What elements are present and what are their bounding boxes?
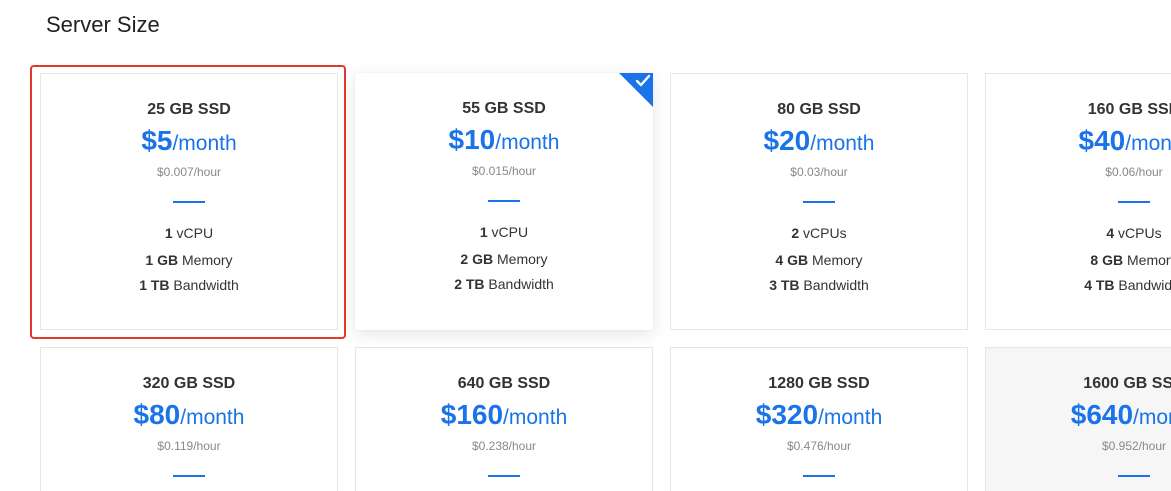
- plan-price: $20/month: [671, 125, 967, 162]
- plan-memory-label: Memory: [178, 252, 233, 268]
- plan-cpu-label: vCPUs: [799, 225, 847, 241]
- plan-cpu-label: vCPUs: [1114, 225, 1162, 241]
- plan-card-320gb[interactable]: 320 GB SSD $80/month $0.119/hour: [40, 347, 338, 491]
- plan-card-160gb[interactable]: 160 GB SSD $40/month $0.06/hour 4 vCPUs …: [985, 73, 1171, 330]
- plan-divider: [173, 475, 205, 477]
- plan-bandwidth: 2 TB Bandwidth: [355, 276, 653, 292]
- plan-divider: [1118, 475, 1150, 477]
- plan-price-unit: /month: [818, 406, 883, 429]
- plan-card-25gb[interactable]: 25 GB SSD $5/month $0.007/hour 1 vCPU 1 …: [40, 73, 338, 330]
- plan-memory-label: Memory: [1126, 252, 1171, 268]
- plan-price: $10/month: [355, 124, 653, 161]
- plan-price: $5/month: [41, 125, 337, 162]
- plan-disk: 80 GB SSD: [777, 101, 861, 118]
- plan-divider: [803, 475, 835, 477]
- plan-divider: [488, 200, 520, 202]
- plan-cpu: 4 vCPUs: [986, 225, 1171, 241]
- plan-hourly: $0.238/hour: [471, 439, 537, 453]
- plan-hourly: $0.952/hour: [1101, 439, 1167, 453]
- selected-corner: [619, 73, 653, 107]
- plan-price-amount: $160: [440, 399, 504, 430]
- plan-memory: 2 GB Memory: [355, 251, 653, 267]
- plan-price-unit: /month: [172, 132, 237, 155]
- plan-memory-value: 8 GB: [1090, 252, 1124, 268]
- plan-price-amount: $40: [1078, 125, 1126, 156]
- plan-disk: 1280 GB SSD: [768, 375, 870, 392]
- plan-cpu-value: 2: [791, 225, 800, 241]
- plan-price-amount: $640: [1070, 399, 1134, 430]
- plan-price: $640/month: [986, 399, 1171, 436]
- plan-disk: 320 GB SSD: [142, 375, 236, 392]
- plan-hourly: $0.007/hour: [156, 165, 222, 179]
- plan-card-640gb[interactable]: 640 GB SSD $160/month $0.238/hour: [355, 347, 653, 491]
- plan-hourly: $0.06/hour: [1105, 165, 1163, 179]
- plan-price: $160/month: [356, 399, 652, 436]
- plan-disk: 160 GB SSD: [1087, 101, 1171, 118]
- plan-disk: 1600 GB SSD: [1083, 375, 1171, 392]
- plan-price-unit: /month: [810, 132, 875, 155]
- server-size-page: Server Size 25 GB SSD $5/month $0.007/ho…: [0, 0, 1171, 491]
- plan-price: $80/month: [41, 399, 337, 436]
- plan-cpu-value: 1: [164, 225, 173, 241]
- plan-card-80gb[interactable]: 80 GB SSD $20/month $0.03/hour 2 vCPUs 4…: [670, 73, 968, 330]
- plan-hourly: $0.015/hour: [471, 164, 537, 178]
- plan-price-unit: /month: [1133, 406, 1171, 429]
- plan-hourly: $0.476/hour: [786, 439, 852, 453]
- plan-bandwidth-label: Bandwidth: [484, 276, 554, 292]
- plan-memory-value: 2 GB: [460, 251, 494, 267]
- plan-card-1600gb[interactable]: 1600 GB SSD $640/month $0.952/hour: [985, 347, 1171, 491]
- plan-divider: [1118, 201, 1150, 203]
- plan-memory-label: Memory: [493, 251, 548, 267]
- plan-memory-value: 4 GB: [775, 252, 809, 268]
- plan-cpu-value: 4: [1106, 225, 1115, 241]
- plan-bandwidth-value: 1 TB: [139, 277, 170, 293]
- plan-bandwidth-value: 2 TB: [454, 276, 485, 292]
- plan-disk: 55 GB SSD: [462, 100, 546, 117]
- plan-price-unit: /month: [1125, 132, 1171, 155]
- plan-memory: 1 GB Memory: [41, 252, 337, 268]
- plan-bandwidth-label: Bandwidth: [1118, 277, 1171, 293]
- plan-price-amount: $20: [763, 125, 811, 156]
- plan-bandwidth-value: 4 TB: [1084, 277, 1115, 293]
- section-title: Server Size: [46, 12, 160, 37]
- plan-memory-label: Memory: [808, 252, 863, 268]
- plan-price-amount: $80: [133, 399, 181, 430]
- plan-divider: [803, 201, 835, 203]
- plan-hourly: $0.119/hour: [157, 439, 221, 453]
- plan-memory: 4 GB Memory: [671, 252, 967, 268]
- plan-bandwidth-label: Bandwidth: [799, 277, 869, 293]
- plan-divider: [488, 475, 520, 477]
- plan-cpu: 1 vCPU: [355, 224, 653, 240]
- plan-memory: 8 GB Memory: [986, 252, 1171, 268]
- plan-hourly: $0.03/hour: [790, 165, 848, 179]
- plan-bandwidth-value: 3 TB: [769, 277, 800, 293]
- plan-cpu: 1 vCPU: [41, 225, 337, 241]
- plan-price-unit: /month: [495, 131, 560, 154]
- plan-price: $40/month: [986, 125, 1171, 162]
- plan-card-1280gb[interactable]: 1280 GB SSD $320/month $0.476/hour: [670, 347, 968, 491]
- plan-bandwidth-label: Bandwidth: [169, 277, 239, 293]
- plan-bandwidth: 4 TB Bandwidth: [986, 277, 1171, 293]
- plan-price-amount: $5: [141, 125, 173, 156]
- plan-memory-value: 1 GB: [145, 252, 179, 268]
- plan-card-55gb[interactable]: 55 GB SSD $10/month $0.015/hour 1 vCPU 2…: [355, 73, 653, 330]
- plan-disk: 640 GB SSD: [457, 375, 551, 392]
- plan-price-unit: /month: [503, 406, 568, 429]
- plan-price-amount: $10: [448, 124, 496, 155]
- plan-cpu-label: vCPU: [487, 224, 529, 240]
- check-icon: [635, 74, 651, 87]
- plan-price-unit: /month: [180, 406, 245, 429]
- plan-cpu-value: 1: [479, 224, 488, 240]
- plan-cpu: 2 vCPUs: [671, 225, 967, 241]
- plan-price: $320/month: [671, 399, 967, 436]
- plan-disk: 25 GB SSD: [147, 101, 231, 118]
- plan-bandwidth: 3 TB Bandwidth: [671, 277, 967, 293]
- plan-price-amount: $320: [755, 399, 819, 430]
- plan-cpu-label: vCPU: [172, 225, 214, 241]
- plan-bandwidth: 1 TB Bandwidth: [41, 277, 337, 293]
- plan-divider: [173, 201, 205, 203]
